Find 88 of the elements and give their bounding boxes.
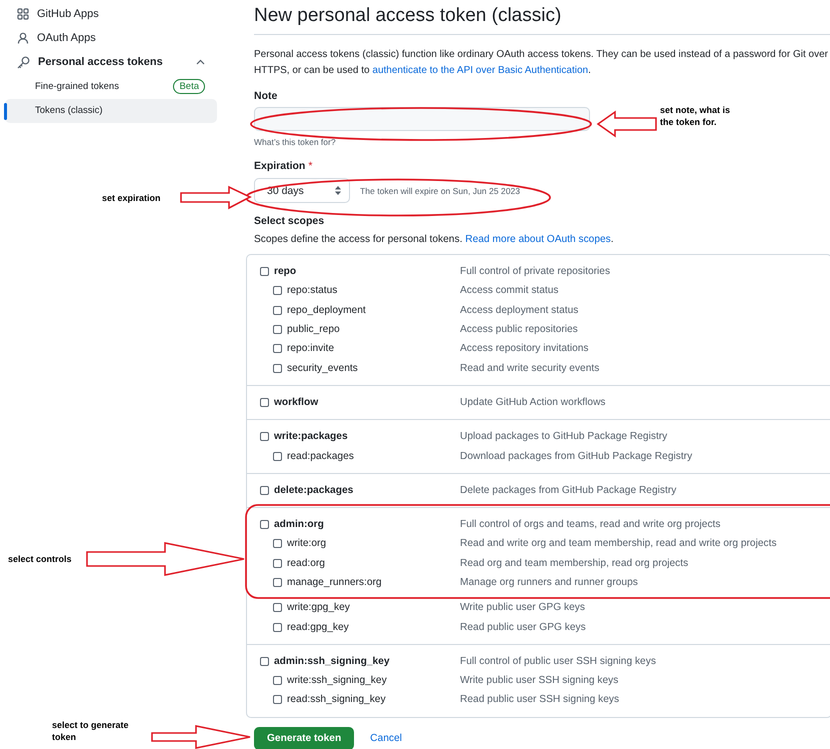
- scope-name: workflow: [274, 396, 318, 408]
- scopes-description: Scopes define the access for personal tokens. Read more about OAuth scopes.: [254, 234, 615, 245]
- sidebar-item[interactable]: Personal access tokens: [0, 50, 217, 74]
- scope-checkbox[interactable]: [273, 603, 282, 612]
- scope-checkbox[interactable]: [273, 364, 282, 373]
- scope-name: read:gpg_key: [287, 622, 349, 633]
- scope-name: repo:status: [287, 285, 338, 296]
- scope-name: repo: [274, 266, 296, 278]
- sidebar-item[interactable]: OAuth Apps: [0, 26, 217, 50]
- intro-text: Personal access tokens (classic) function like ordinary OAuth access tokens. They can be used instead of a password for Git over HTTPS, or can be used to authenticate to the API over Basic Authentication.: [254, 48, 829, 78]
- scope-checkbox[interactable]: [273, 325, 282, 334]
- scope-name: repo:invite: [287, 343, 334, 354]
- scope-description: Access repository invitations: [460, 343, 589, 354]
- key-icon: [17, 56, 30, 68]
- auth-link[interactable]: authenticate to the API over Basic Authentication: [372, 64, 588, 76]
- scopes-label: Select scopes: [254, 215, 324, 227]
- note-field[interactable]: [254, 107, 590, 131]
- apps-icon: [17, 8, 29, 20]
- scope-name: write:org: [287, 538, 326, 550]
- scope-description: Access commit status: [460, 285, 559, 296]
- scope-checkbox[interactable]: [260, 486, 269, 495]
- scope-description: Read and write security events: [460, 362, 600, 374]
- scope-description: Write public user SSH signing keys: [460, 675, 618, 686]
- scope-checkbox[interactable]: [273, 286, 282, 296]
- scope-description: Delete packages from GitHub Package Registry: [460, 484, 676, 496]
- scope-checkbox[interactable]: [273, 578, 282, 587]
- scope-name: write:gpg_key: [287, 602, 350, 614]
- scope-description: Access public repositories: [460, 324, 578, 336]
- scope-name: admin:ssh_signing_key: [274, 656, 390, 667]
- scope-description: Update GitHub Action workflows: [460, 396, 606, 408]
- cancel-link[interactable]: Cancel: [370, 732, 402, 744]
- scope-name: public_repo: [287, 324, 340, 336]
- scope-name: admin:org: [274, 519, 324, 530]
- generate-token-button[interactable]: Generate token: [254, 726, 354, 749]
- scope-description: Read and write org and team membership, read and write org projects: [460, 538, 777, 550]
- scope-description: Full control of private repositories: [460, 266, 610, 278]
- scope-description: Read public user GPG keys: [460, 622, 586, 633]
- beta-badge: Beta: [173, 78, 205, 94]
- scope-checkbox[interactable]: [273, 344, 282, 354]
- scope-description: Read public user SSH signing keys: [460, 694, 620, 706]
- scope-name: read:ssh_signing_key: [287, 694, 386, 706]
- sidebar-item[interactable]: GitHub Apps: [0, 2, 217, 26]
- selection-bar: [4, 102, 7, 120]
- scope-checkbox[interactable]: [260, 520, 269, 530]
- scope-checkbox[interactable]: [260, 267, 269, 276]
- scope-name: delete:packages: [274, 484, 354, 496]
- annotation-text: set note, what is the token for.: [660, 104, 732, 128]
- scope-name: read:org: [287, 558, 325, 569]
- scope-name: manage_runners:org: [287, 577, 382, 588]
- scope-checkbox[interactable]: [273, 558, 282, 568]
- scope-checkbox[interactable]: [273, 452, 282, 461]
- annotation-text: set expiration: [102, 192, 162, 204]
- scope-description: Full control of orgs and teams, read and write org projects: [460, 519, 720, 530]
- scopes-link[interactable]: Read more about OAuth scopes: [465, 234, 611, 245]
- scope-checkbox[interactable]: [273, 539, 282, 548]
- scope-checkbox[interactable]: [260, 398, 269, 407]
- sidebar-subitem[interactable]: Tokens (classic): [5, 98, 217, 123]
- page-title: New personal access token (classic): [254, 5, 830, 35]
- annotation-text: select controls: [8, 553, 73, 565]
- scope-description: Manage org runners and runner groups: [460, 577, 638, 588]
- scope-description: Download packages from GitHub Package Registry: [460, 450, 692, 462]
- scope-description: Full control of public user SSH signing keys: [460, 656, 656, 667]
- arrow-annotation: [596, 110, 657, 138]
- scope-description: Read org and team membership, read org projects: [460, 558, 688, 569]
- scope-name: write:packages: [274, 431, 348, 442]
- scope-checkbox[interactable]: [260, 432, 269, 442]
- note-hint: What’s this token for?: [254, 137, 336, 147]
- scope-checkbox[interactable]: [260, 656, 269, 666]
- sidebar-subitem[interactable]: Fine-grained tokens Beta: [0, 74, 217, 98]
- scope-description: Upload packages to GitHub Package Registry: [460, 431, 668, 442]
- expiry-info: The token will expire on Sun, Jun 25 2023: [360, 186, 520, 196]
- scope-checkbox[interactable]: [273, 622, 282, 632]
- person-icon: [17, 32, 29, 44]
- annotation-text: select to generate token: [52, 719, 130, 743]
- note-label: Note: [254, 90, 278, 102]
- chevron-up-icon[interactable]: [196, 59, 205, 65]
- scope-description: Access deployment status: [460, 304, 578, 316]
- caret-icon: [335, 186, 341, 195]
- scope-name: read:packages: [287, 450, 354, 462]
- arrow-annotation: [180, 186, 252, 210]
- scope-checkbox[interactable]: [273, 306, 282, 315]
- scope-name: security_events: [287, 362, 358, 374]
- scope-description: Write public user GPG keys: [460, 602, 585, 614]
- scope-name: repo_deployment: [287, 304, 366, 316]
- scope-checkbox[interactable]: [273, 695, 282, 704]
- scope-checkbox[interactable]: [273, 676, 282, 686]
- expiration-label: Expiration *: [254, 160, 312, 172]
- scope-name: write:ssh_signing_key: [287, 675, 387, 686]
